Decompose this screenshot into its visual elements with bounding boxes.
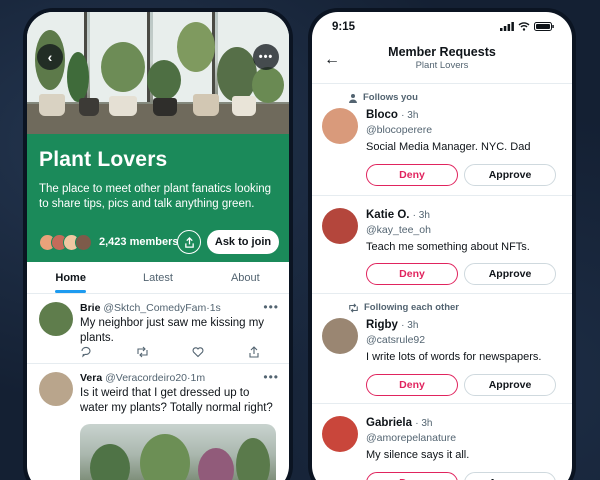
requester-bio: I write lots of words for newspapers. [366, 351, 542, 363]
member-avatars[interactable] [39, 233, 92, 251]
approve-button[interactable]: Approve [464, 263, 556, 285]
tab-about[interactable]: About [202, 262, 289, 293]
tweet-more-button[interactable]: ••• [263, 300, 279, 314]
share-icon[interactable] [248, 346, 260, 358]
member-request: Follows you Bloco · 3h @blocoperere Soci… [312, 84, 572, 196]
avatar [75, 233, 92, 251]
ask-to-join-button[interactable]: Ask to join [207, 230, 279, 254]
tweet[interactable]: Vera @Veracordeiro20·1m Is it weird that… [27, 364, 289, 480]
member-request: Katie O. · 3h @kay_tee_oh Teach me somet… [312, 196, 572, 294]
requester-handle: @blocoperere [366, 124, 433, 136]
requester-bio: Social Media Manager. NYC. Dad [366, 141, 531, 153]
deny-button[interactable]: Deny [366, 374, 458, 396]
approve-button[interactable]: Approve [464, 164, 556, 186]
requester-name[interactable]: Gabriela · 3h [366, 417, 432, 429]
reply-icon[interactable] [80, 346, 92, 358]
requester-name[interactable]: Rigby · 3h [366, 319, 418, 331]
retweet-icon [349, 302, 358, 313]
status-time: 9:15 [332, 21, 356, 33]
requester-handle: @kay_tee_oh [366, 224, 431, 236]
author-name: Vera [80, 372, 103, 384]
tab-latest[interactable]: Latest [114, 262, 201, 293]
avatar[interactable] [39, 302, 73, 336]
author-handle: @Sktch_ComedyFam [103, 302, 207, 314]
request-context: Follows you [348, 92, 418, 103]
retweet-icon[interactable] [136, 346, 149, 358]
avatar[interactable] [322, 108, 358, 144]
request-context: Following each other [348, 302, 459, 313]
member-request: Gabriela · 3h @amorepelanature My silenc… [312, 404, 572, 480]
page-subtitle: Plant Lovers [415, 60, 469, 71]
wifi-icon [518, 22, 530, 31]
page-title: Member Requests [388, 45, 496, 59]
tweet-more-button[interactable]: ••• [263, 370, 279, 384]
member-count[interactable]: 2,423 members [99, 236, 179, 248]
requester-bio: Teach me something about NFTs. [366, 241, 530, 253]
author-name: Brie [80, 302, 101, 314]
deny-button[interactable]: Deny [366, 472, 458, 480]
tweet[interactable]: Brie @Sktch_ComedyFam·1s My neighbor jus… [27, 294, 289, 364]
person-icon [349, 93, 357, 103]
status-bar: 9:15 [312, 12, 572, 42]
tweet-actions [80, 346, 260, 358]
signal-icon [500, 22, 514, 31]
requester-bio: My silence says it all. [366, 449, 470, 461]
community-description: The place to meet other plant fanatics l… [39, 183, 272, 210]
community-tabs: Home Latest About [27, 262, 289, 294]
community-info-panel: Plant Lovers The place to meet other pla… [27, 134, 289, 262]
battery-icon [534, 22, 554, 31]
member-requests-phone: 9:15 ← Member Requests Plant Lovers Foll… [312, 12, 572, 480]
avatar[interactable] [322, 208, 358, 244]
requester-name[interactable]: Katie O. · 3h [366, 209, 430, 221]
tweet-text: Is it weird that I get dressed up to wat… [80, 387, 273, 414]
deny-button[interactable]: Deny [366, 164, 458, 186]
avatar[interactable] [322, 318, 358, 354]
community-phone: ‹ ••• Plant Lovers The place to meet oth… [27, 12, 289, 480]
requests-header: ← Member Requests Plant Lovers [312, 42, 572, 84]
more-options-button[interactable]: ••• [253, 44, 279, 70]
more-dots-icon: ••• [263, 300, 279, 314]
share-icon [184, 236, 194, 248]
requester-handle: @amorepelanature [366, 432, 457, 444]
author-handle: @Veracordeiro20 [105, 372, 187, 384]
deny-button[interactable]: Deny [366, 263, 458, 285]
back-button[interactable]: ‹ [37, 44, 63, 70]
tweet-header: Brie @Sktch_ComedyFam·1s [80, 302, 279, 314]
tweet-time: ·1s [206, 302, 221, 314]
approve-button[interactable]: Approve [464, 472, 556, 480]
avatar[interactable] [322, 416, 358, 452]
members-row: 2,423 members Ask to join [39, 230, 279, 254]
member-request: Following each other Rigby · 3h @catsrul… [312, 294, 572, 404]
avatar[interactable] [39, 372, 73, 406]
community-title: Plant Lovers [39, 148, 168, 171]
approve-button[interactable]: Approve [464, 374, 556, 396]
more-dots-icon: ••• [263, 370, 279, 384]
tweet-text: My neighbor just saw me kissing my plant… [80, 317, 265, 344]
share-community-button[interactable] [177, 230, 201, 254]
requester-handle: @catsrule92 [366, 334, 426, 346]
back-arrow-icon: ‹ [47, 49, 53, 65]
tweet-time: ·1m [187, 372, 206, 384]
more-dots-icon: ••• [258, 51, 274, 63]
tab-home[interactable]: Home [27, 262, 114, 293]
community-header-image: ‹ ••• [27, 12, 289, 134]
tweet-header: Vera @Veracordeiro20·1m [80, 372, 279, 384]
heart-icon[interactable] [192, 346, 204, 358]
tweet-image[interactable] [80, 424, 276, 480]
requester-name[interactable]: Bloco · 3h [366, 109, 418, 121]
